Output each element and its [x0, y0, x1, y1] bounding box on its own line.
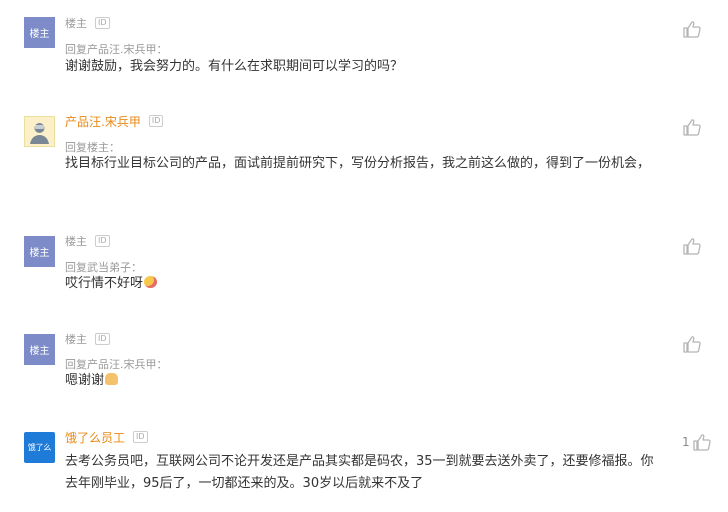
- author-name[interactable]: 楼主: [65, 233, 87, 249]
- like-button[interactable]: [680, 19, 702, 39]
- comment-text-wrap: 哎行情不好呀: [65, 273, 665, 295]
- author-row: 楼主 ID: [65, 233, 110, 249]
- avatar[interactable]: 楼主: [24, 236, 55, 267]
- author-row: 楼主 ID: [65, 331, 110, 347]
- thumbs-up-icon: [692, 434, 711, 451]
- author-name[interactable]: 饿了么员工: [65, 429, 125, 446]
- reply-target: 回复产品汪.宋兵甲：: [65, 43, 168, 56]
- author-name[interactable]: 楼主: [65, 331, 87, 347]
- comment-text: 嗯谢谢: [65, 373, 105, 388]
- like-count: 1: [682, 435, 690, 449]
- id-badge: ID: [95, 17, 110, 29]
- author-name[interactable]: 产品汪.宋兵甲: [65, 113, 141, 130]
- author-row: 楼主 ID: [65, 15, 110, 31]
- thumbs-up-icon: [683, 238, 701, 255]
- avatar[interactable]: 楼主: [24, 17, 55, 48]
- thumbs-up-icon: [683, 119, 701, 136]
- avatar-label: 楼主: [29, 29, 50, 40]
- like-button[interactable]: 1: [682, 432, 712, 452]
- like-button[interactable]: [680, 334, 702, 354]
- author-row: 产品汪.宋兵甲 ID: [65, 113, 164, 130]
- user-avatar-icon: [25, 117, 54, 146]
- comment-text: 哎行情不好呀: [65, 276, 144, 291]
- thumbs-up-icon: [683, 336, 701, 353]
- thumbs-up-icon: [683, 21, 701, 38]
- avatar-label: 楼主: [29, 346, 50, 357]
- author-name[interactable]: 楼主: [65, 15, 87, 31]
- like-button[interactable]: [680, 236, 702, 256]
- comment-text: 去考公务员吧，互联网公司不论开发还是产品其实都是码农，35一到就要去送外卖了，还…: [65, 454, 654, 491]
- brand-logo-icon: 饿了么: [27, 443, 52, 452]
- author-row: 饿了么员工 ID: [65, 429, 148, 445]
- id-badge: ID: [95, 235, 110, 247]
- id-badge: ID: [133, 431, 148, 443]
- comment-text: 找目标行业目标公司的产品，面试前提前研究下，写份分析报告，我之前这么做的，得到了…: [65, 156, 651, 171]
- fist-bump-icon: [105, 373, 119, 385]
- id-badge: ID: [95, 333, 110, 345]
- avatar[interactable]: 楼主: [24, 334, 55, 365]
- avatar[interactable]: [24, 116, 55, 147]
- comment-text-wrap: 嗯谢谢: [65, 370, 665, 392]
- like-button[interactable]: [680, 117, 702, 137]
- id-badge: ID: [148, 115, 164, 127]
- avatar[interactable]: 饿了么: [24, 432, 55, 463]
- comment-text: 谢谢鼓励，我会努力的。有什么在求职期间可以学习的吗？: [65, 59, 404, 74]
- avatar-label: 楼主: [29, 248, 50, 259]
- pleading-face-icon: [144, 276, 158, 288]
